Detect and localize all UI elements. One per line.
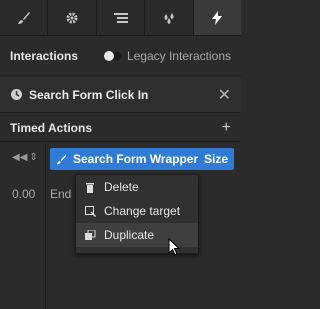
- action-target: Search Form Wrapper: [73, 152, 199, 166]
- paintbrush-icon: [56, 154, 67, 164]
- timed-actions-header: Timed Actions +: [0, 114, 241, 142]
- lightning-icon: [212, 10, 223, 25]
- drops-icon: [164, 12, 174, 24]
- add-action-icon[interactable]: +: [222, 119, 231, 137]
- interactions-header: Interactions Legacy Interactions: [0, 36, 241, 76]
- interaction-item[interactable]: Search Form Click In ✕: [0, 77, 241, 113]
- interactions-title: Interactions: [10, 48, 79, 63]
- timeline-end: End: [50, 187, 72, 201]
- close-icon[interactable]: ✕: [218, 85, 231, 105]
- mouse-cursor-icon: [168, 238, 181, 256]
- timed-action-row[interactable]: Search Form Wrapper Size: [50, 148, 234, 170]
- trash-icon: [84, 181, 96, 193]
- legacy-interactions-toggle[interactable]: Legacy Interactions: [103, 48, 231, 63]
- gear-icon: [66, 12, 78, 23]
- action-type: Size: [203, 152, 228, 166]
- interaction-name: Search Form Click In: [29, 87, 149, 102]
- tab-interactions[interactable]: [193, 0, 242, 35]
- timeline-gutter: [0, 143, 46, 309]
- tab-style[interactable]: [0, 0, 49, 35]
- action-controls[interactable]: ◀◀ ⇕: [12, 152, 38, 163]
- menu-item-label: Change target: [104, 204, 181, 218]
- legacy-interactions-label: Legacy Interactions: [126, 48, 231, 63]
- paintbrush-icon: [17, 11, 30, 24]
- toggle-switch[interactable]: [103, 50, 121, 61]
- menu-item-label: Delete: [104, 180, 139, 194]
- tab-effects[interactable]: [145, 0, 194, 35]
- clock-icon: [11, 89, 22, 100]
- reorder-icon[interactable]: ⇕: [29, 152, 37, 163]
- tab-navigator[interactable]: [97, 0, 146, 35]
- timed-actions-title: Timed Actions: [10, 120, 93, 135]
- rewind-icon[interactable]: ◀◀: [12, 152, 27, 163]
- panel-tabs: [0, 0, 242, 36]
- menu-item-change-target[interactable]: Change target: [76, 199, 198, 223]
- duplicate-icon: [84, 229, 96, 241]
- menu-item-label: Duplicate: [104, 228, 155, 242]
- layers-icon: [113, 12, 128, 23]
- timeline-time: 0.00: [12, 187, 36, 201]
- target-icon: [84, 205, 96, 217]
- menu-item-delete[interactable]: Delete: [76, 175, 198, 199]
- tab-settings[interactable]: [48, 0, 97, 35]
